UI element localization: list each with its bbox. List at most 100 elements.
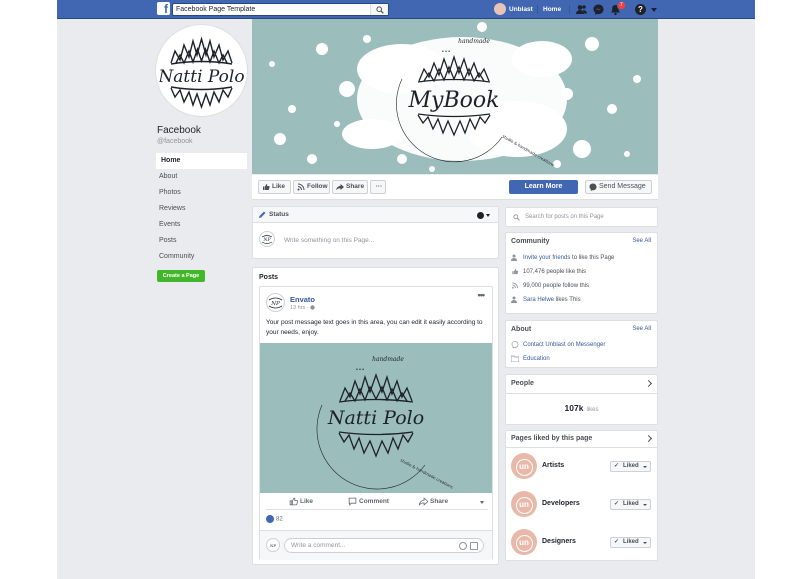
check-icon: ✓ (614, 501, 620, 507)
emoji-icon[interactable] (459, 542, 467, 550)
liked-page-avatar[interactable]: un (511, 491, 537, 517)
profile-picture[interactable]: Natti Polo (156, 25, 247, 116)
chevron-down-icon[interactable] (486, 214, 490, 217)
page-avatar: NP (259, 231, 275, 247)
nav-item-events[interactable]: Events (156, 217, 247, 233)
help-icon[interactable]: ? (635, 4, 646, 15)
divider (569, 5, 570, 14)
post-image[interactable]: Natti Polo handmade • • • studio & handm… (260, 343, 492, 493)
community-see-all-link[interactable]: See All (632, 238, 651, 244)
post-options-button[interactable]: ••• (478, 290, 486, 300)
invite-friends-link[interactable]: Invite your friends (523, 255, 570, 261)
like-page-button[interactable]: Like (258, 180, 291, 194)
community-card: Community See All Invite your friends to… (505, 232, 658, 314)
liked-toggle-button[interactable]: ✓ Liked (610, 461, 651, 472)
nav-item-posts[interactable]: Posts (156, 233, 247, 249)
search-icon (513, 214, 520, 221)
learn-more-button[interactable]: Learn More (509, 180, 578, 194)
page-likes-row: 107,476 people like this (511, 268, 586, 275)
posts-title: Posts (259, 274, 279, 281)
comment-input[interactable]: Write a comment... (284, 538, 484, 553)
liked-page-name[interactable]: Designers (542, 538, 576, 545)
post-like-button[interactable]: Like (289, 497, 313, 506)
search-value: Facebook Page Template (176, 6, 256, 13)
chevron-down-icon (643, 466, 647, 468)
messenger-icon (589, 183, 597, 191)
liked-page-avatar[interactable]: un (511, 529, 537, 555)
chevron-right-icon[interactable] (644, 434, 653, 443)
category-link[interactable]: Education (523, 356, 550, 362)
thumbs-up-icon (263, 184, 270, 190)
reaction-count: 82 (276, 516, 283, 523)
cover-artwork: MyBook handmade • • • studio & handmade … (269, 22, 641, 172)
people-title[interactable]: People (511, 380, 534, 387)
search-button[interactable] (370, 4, 388, 15)
invite-friends-text: to like this Page (570, 255, 615, 262)
post-author-avatar[interactable]: NP (266, 293, 285, 312)
like-reaction-icon (266, 515, 274, 523)
nav-item-photos[interactable]: Photos (156, 185, 247, 201)
nav-item-home[interactable]: Home (156, 153, 247, 169)
post-comment-button[interactable]: Comment (348, 497, 389, 506)
comment-icon (348, 497, 357, 506)
chevron-right-icon[interactable] (644, 379, 653, 388)
post-author-name[interactable]: Envato (290, 295, 315, 304)
search-input[interactable]: Facebook Page Template (172, 3, 389, 16)
user-name-link[interactable]: Unblast (509, 6, 533, 13)
like-page-label: Like (272, 183, 286, 190)
cover-logo-text: MyBook (408, 88, 500, 113)
post-image-artwork: Natti Polo handmade • • • studio & handm… (316, 356, 454, 490)
comment-placeholder: Write a comment... (291, 542, 346, 549)
cover-photo[interactable]: MyBook handmade • • • studio & handmade … (252, 19, 658, 174)
liked-toggle-button[interactable]: ✓ Liked (610, 499, 651, 510)
check-icon: ✓ (614, 539, 620, 545)
create-page-button[interactable]: Create a Page (157, 270, 205, 282)
liked-page-item: un Artists ✓ Liked (511, 453, 653, 483)
liked-page-item: un Developers ✓ Liked (511, 491, 653, 521)
follow-button[interactable]: Follow (293, 180, 330, 194)
svg-text:NP: NP (269, 543, 277, 548)
share-page-button[interactable]: Share (332, 180, 368, 194)
audience-icon[interactable] (477, 212, 484, 219)
cover-small-text: handmade (458, 38, 490, 45)
liked-page-avatar[interactable]: un (511, 453, 537, 479)
nav-item-about[interactable]: About (156, 169, 247, 185)
svg-text:NP: NP (263, 237, 272, 243)
friends-icon[interactable] (575, 3, 588, 16)
status-input[interactable]: Write something on this Page... (284, 237, 374, 244)
commenter-avatar: NP (266, 538, 280, 552)
people-count-label: likes (586, 407, 599, 413)
svg-text:Natti Polo: Natti Polo (158, 67, 245, 87)
send-message-button[interactable]: Send Message (585, 180, 652, 194)
search-posts-input[interactable]: Search for posts on this Page (505, 207, 658, 227)
divider (506, 393, 657, 394)
check-icon: ✓ (614, 463, 620, 469)
liked-page-name[interactable]: Artists (542, 462, 564, 469)
left-navigation: Home About Photos Reviews Events Posts C… (156, 153, 247, 265)
post-share-button[interactable]: Share (419, 497, 448, 506)
messenger-icon[interactable] (592, 3, 605, 16)
caret-down-icon[interactable] (651, 8, 657, 12)
chevron-down-icon[interactable] (480, 501, 484, 504)
more-options-button[interactable]: ··· (370, 180, 386, 194)
send-message-label: Send Message (599, 183, 646, 190)
globe-icon (310, 305, 315, 310)
home-link[interactable]: Home (543, 6, 561, 13)
nav-item-community[interactable]: Community (156, 249, 247, 265)
contact-messenger-link[interactable]: Contact Unblast on Messenger (523, 342, 605, 348)
liked-toggle-button[interactable]: ✓ Liked (610, 537, 651, 548)
friend-name-link[interactable]: Sara Helwe (523, 297, 554, 303)
pages-liked-title[interactable]: Pages liked by this page (511, 435, 592, 442)
about-see-all-link[interactable]: See All (632, 326, 651, 332)
post-timestamp[interactable]: 13 hrs · (290, 305, 315, 311)
sticker-icon[interactable] (470, 542, 478, 550)
liked-button-label: Liked (623, 539, 639, 545)
follow-label: Follow (307, 183, 328, 190)
liked-page-name[interactable]: Developers (542, 500, 580, 507)
nav-item-reviews[interactable]: Reviews (156, 201, 247, 217)
reaction-summary[interactable]: 82 (266, 515, 283, 523)
status-composer: Status NP Write something on this Page..… (252, 206, 499, 259)
facebook-logo-icon[interactable]: f (157, 2, 170, 15)
share-page-label: Share (346, 183, 365, 190)
user-avatar[interactable] (494, 3, 506, 15)
